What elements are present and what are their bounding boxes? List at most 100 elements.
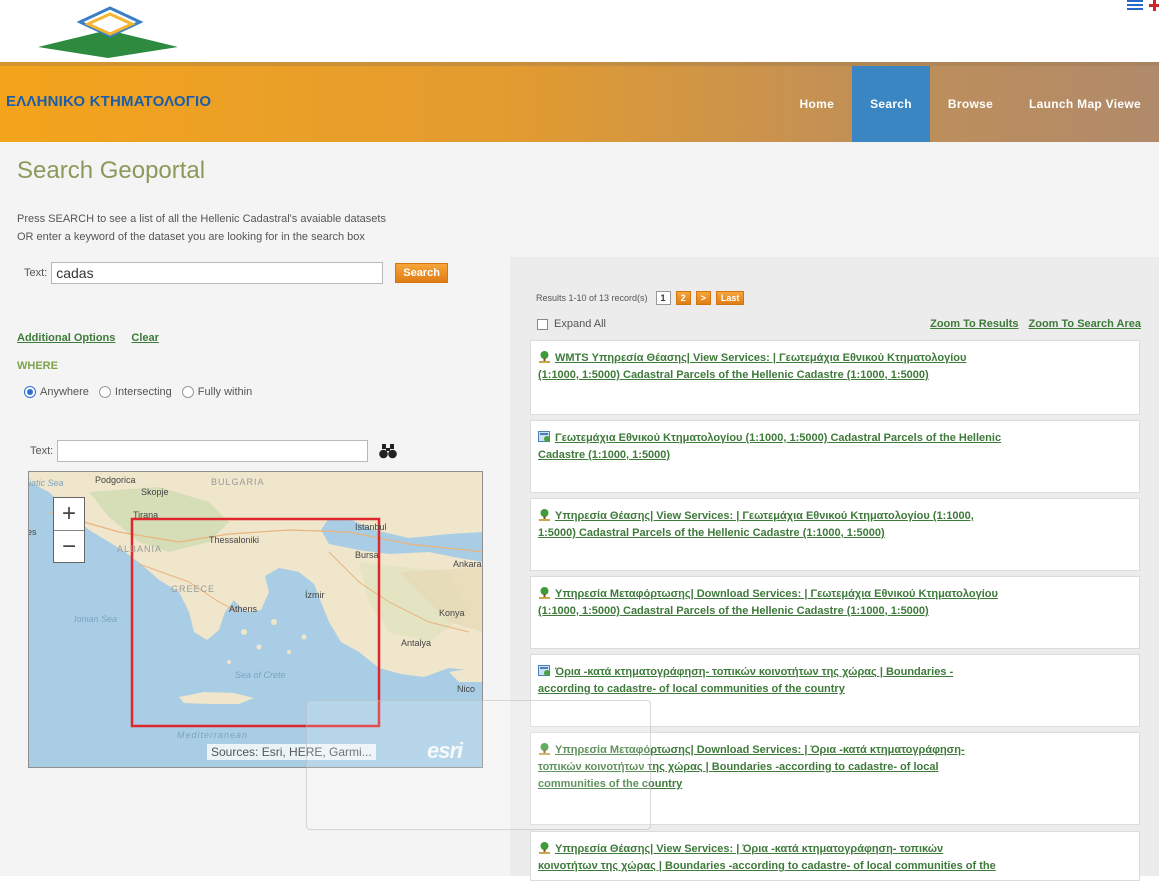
brand-name: ΕΛΛΗΝΙΚΟ ΚΤΗΜΑΤΟΛΟΓΙΟ <box>6 93 212 110</box>
result-title-line-2: according to cadastre- of local communit… <box>538 683 845 695</box>
results-pagination: Results 1-10 of 13 record(s) 1 2 > Last <box>536 291 745 305</box>
map-label-tirana: Tirana <box>133 510 159 520</box>
main-nav: Home Search Browse Launch Map Viewe <box>782 66 1159 142</box>
search-row: Text: Search <box>24 262 448 284</box>
result-title-line-1: WMTS Υπηρεσία Θέασης| View Services: | Γ… <box>555 352 967 364</box>
result-item: Υπηρεσία Μεταφόρτωσης| Download Services… <box>530 576 1140 649</box>
search-input[interactable] <box>51 262 384 284</box>
text-label: Text: <box>24 267 48 279</box>
map-label-skopje: Skopje <box>141 487 169 497</box>
english-flag-icon[interactable] <box>1149 0 1159 11</box>
cadastre-logo[interactable] <box>38 2 178 58</box>
result-title[interactable]: Υπηρεσία Θέασης| View Services: | Όρια -… <box>538 843 996 872</box>
zoom-in-button[interactable]: + <box>54 498 84 530</box>
result-title-line-2: Cadastre (1:1000, 1:5000) <box>538 449 671 461</box>
result-item: Υπηρεσία Θέασης| View Services: | Όρια -… <box>530 831 1140 881</box>
result-title-line-1: Υπηρεσία Θέασης| View Services: | Γεωτεμ… <box>555 510 974 522</box>
instructions-line-1: Press SEARCH to see a list of all the He… <box>17 213 386 225</box>
search-instructions: Press SEARCH to see a list of all the He… <box>17 210 507 246</box>
result-item: Υπηρεσία Θέασης| View Services: | Γεωτεμ… <box>530 498 1140 571</box>
map-text-label: Text: <box>30 445 54 457</box>
result-title-line-2: (1:1000, 1:5000) Cadastral Parcels of th… <box>538 605 929 617</box>
map-label-thessaloniki: Thessaloniki <box>209 535 260 545</box>
expand-all-label: Expand All <box>554 318 606 330</box>
map-label-podgorica: Podgorica <box>95 475 136 485</box>
map-label-athens: Athens <box>229 604 258 614</box>
result-title[interactable]: Γεωτεμάχια Εθνικού Κτηματολογίου (1:1000… <box>538 432 1001 461</box>
map-label-sea-of-crete: Sea of Crete <box>235 670 286 680</box>
result-title-line-1: Υπηρεσία Θέασης| View Services: | Όρια -… <box>555 843 944 855</box>
result-title-line-2: 1:5000) Cadastral Parcels of the Helleni… <box>538 527 885 539</box>
map-label-antalya: Antalya <box>401 638 432 648</box>
instructions-line-2: OR enter a keyword of the dataset you ar… <box>17 231 365 243</box>
result-title[interactable]: WMTS Υπηρεσία Θέασης| View Services: | Γ… <box>538 352 966 381</box>
result-item: WMTS Υπηρεσία Θέασης| View Services: | Γ… <box>530 340 1140 415</box>
map-label-bursa: Bursa <box>355 550 379 560</box>
map-label-ankara: Ankara <box>453 559 482 569</box>
additional-options-link[interactable]: Additional Options <box>17 332 115 344</box>
nav-launch-map-viewer[interactable]: Launch Map Viewe <box>1011 66 1159 142</box>
nav-browse[interactable]: Browse <box>930 66 1011 142</box>
radio-fully-within[interactable] <box>181 386 194 398</box>
result-title-line-1: Γεωτεμάχια Εθνικού Κτηματολογίου (1:1000… <box>555 432 1002 444</box>
map-label-mediterranean: Mediterranean <box>177 730 249 740</box>
map-zoom-control: + − <box>53 497 85 563</box>
result-title-line-1: Όρια -κατά κτηματογράφηση- τοπικών κοινο… <box>555 666 954 678</box>
result-title[interactable]: Υπηρεσία Μεταφόρτωσης| Download Services… <box>538 588 998 617</box>
zoom-links: Zoom To Results Zoom To Search Area <box>930 318 1141 330</box>
map-label-konya: Konya <box>439 608 465 618</box>
radio-anywhere[interactable] <box>24 386 36 398</box>
nav-home[interactable]: Home <box>782 66 853 142</box>
binoculars-icon[interactable] <box>378 441 398 461</box>
service-tree-icon <box>539 587 550 599</box>
map-label-es: es <box>29 527 37 537</box>
map-label-bulgaria: BULGARIA <box>211 477 265 487</box>
map-label-ionian-sea: Ionian Sea <box>74 614 118 624</box>
results-summary: Results 1-10 of 13 record(s) <box>536 293 648 303</box>
radio-intersecting[interactable] <box>98 386 111 398</box>
where-heading: WHERE <box>17 360 58 372</box>
nav-search[interactable]: Search <box>852 66 930 142</box>
top-bar <box>0 0 1159 62</box>
service-tree-icon <box>539 351 550 363</box>
service-tree-icon <box>539 509 550 521</box>
page-1-button[interactable]: 1 <box>655 291 671 305</box>
dataset-icon <box>538 431 550 442</box>
service-tree-icon <box>539 842 550 854</box>
result-title-line-1: Υπηρεσία Μεταφόρτωσης| Download Services… <box>555 588 998 600</box>
map-label-istanbul: Istanbul <box>355 522 387 532</box>
spatial-filter-radios: Anywhere Intersecting Fully within <box>24 386 258 398</box>
map-label-adriatic: iatic Sea <box>29 478 64 488</box>
clear-link[interactable]: Clear <box>131 332 159 344</box>
map-label-nicosia: Nico <box>457 684 476 694</box>
result-title[interactable]: Υπηρεσία Θέασης| View Services: | Γεωτεμ… <box>538 510 974 539</box>
radio-fully-within-label: Fully within <box>197 386 253 398</box>
map-location-input[interactable] <box>57 440 369 462</box>
map-text-row: Text: <box>30 440 398 462</box>
zoom-to-search-area-link[interactable]: Zoom To Search Area <box>1029 318 1141 330</box>
zoom-to-results-link[interactable]: Zoom To Results <box>930 318 1018 330</box>
map-label-greece: GREECE <box>171 584 216 594</box>
map-label-izmir: İzmir <box>305 590 325 600</box>
expand-all-checkbox[interactable] <box>537 318 548 330</box>
language-flags <box>1127 0 1159 11</box>
radio-anywhere-label: Anywhere <box>40 386 89 398</box>
radio-intersecting-label: Intersecting <box>114 386 172 398</box>
option-links: Additional Options Clear <box>17 332 159 344</box>
result-title-line-2: κοινοτήτων της χώρας | Boundaries -accor… <box>538 860 996 872</box>
result-item: Γεωτεμάχια Εθνικού Κτηματολογίου (1:1000… <box>530 420 1140 493</box>
result-title[interactable]: Όρια -κατά κτηματογράφηση- τοπικών κοινο… <box>538 666 953 695</box>
search-button[interactable]: Search <box>395 263 448 283</box>
result-title-line-2: (1:1000, 1:5000) Cadastral Parcels of th… <box>538 369 929 381</box>
page-2-button[interactable]: 2 <box>675 291 691 305</box>
greek-flag-icon[interactable] <box>1127 0 1143 11</box>
last-page-button[interactable]: Last <box>715 291 745 305</box>
map-label-albania: ALBANIA <box>117 544 163 554</box>
dataset-icon <box>538 665 550 676</box>
faded-overlay-panel <box>306 700 651 830</box>
next-page-button[interactable]: > <box>695 291 711 305</box>
zoom-out-button[interactable]: − <box>54 530 84 562</box>
nav-bar: ΕΛΛΗΝΙΚΟ ΚΤΗΜΑΤΟΛΟΓΙΟ Home Search Browse… <box>0 62 1159 142</box>
page-title: Search Geoportal <box>17 157 206 184</box>
expand-all-row: Expand All <box>537 318 606 330</box>
